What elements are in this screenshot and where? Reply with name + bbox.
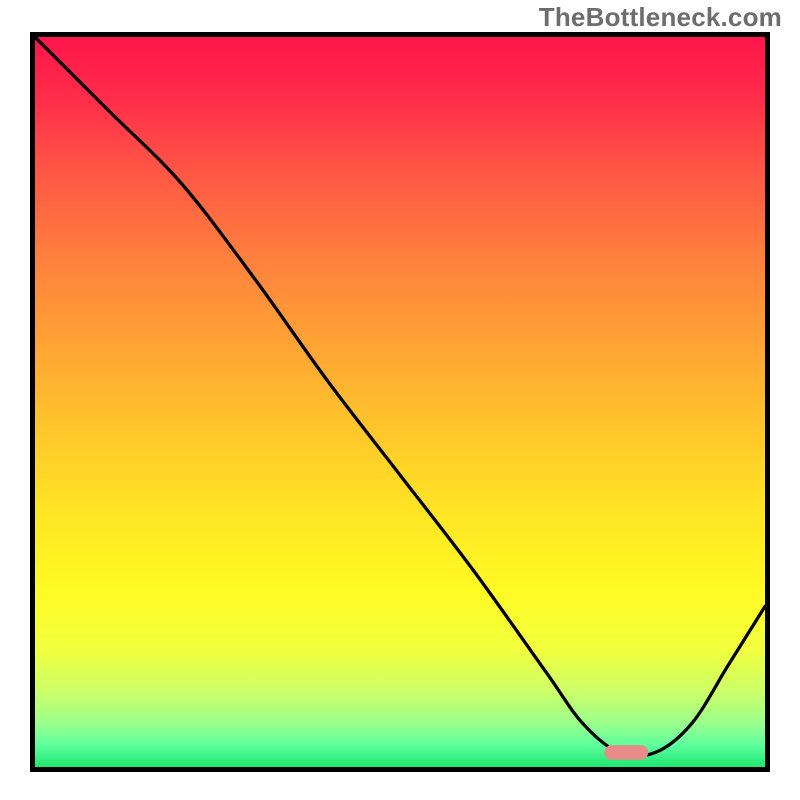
chart-frame — [30, 32, 770, 772]
optimum-marker — [604, 745, 648, 760]
curve-line — [35, 37, 765, 756]
watermark-text: TheBottleneck.com — [539, 2, 782, 33]
page-root: TheBottleneck.com — [0, 0, 800, 800]
chart-overlay — [35, 37, 765, 767]
